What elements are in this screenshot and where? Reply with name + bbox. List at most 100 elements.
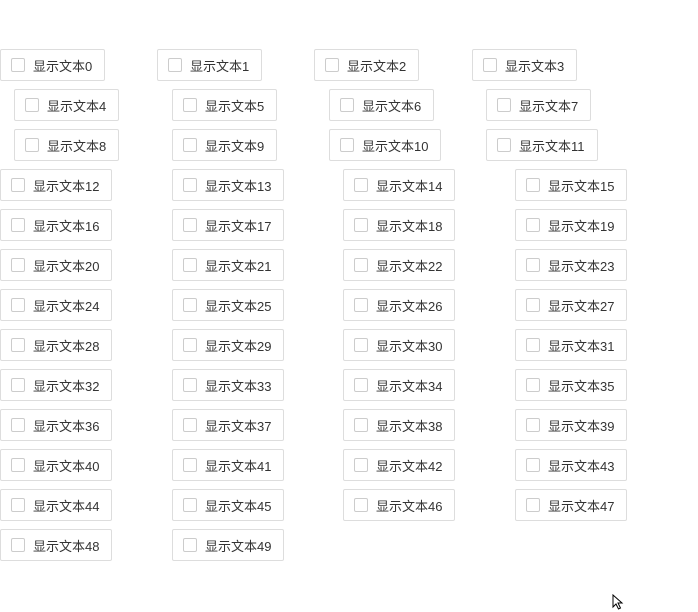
checkbox-item-26[interactable]: 显示文本26 [343, 289, 455, 321]
checkbox-4[interactable] [25, 98, 39, 112]
checkbox-item-21[interactable]: 显示文本21 [172, 249, 284, 281]
checkbox-6[interactable] [340, 98, 354, 112]
checkbox-item-2[interactable]: 显示文本2 [314, 49, 419, 81]
checkbox-item-31[interactable]: 显示文本31 [515, 329, 627, 361]
checkbox-item-14[interactable]: 显示文本14 [343, 169, 455, 201]
checkbox-35[interactable] [526, 378, 540, 392]
checkbox-36[interactable] [11, 418, 25, 432]
checkbox-13[interactable] [183, 178, 197, 192]
checkbox-item-23[interactable]: 显示文本23 [515, 249, 627, 281]
checkbox-item-4[interactable]: 显示文本4 [14, 89, 119, 121]
checkbox-30[interactable] [354, 338, 368, 352]
checkbox-item-16[interactable]: 显示文本16 [0, 209, 112, 241]
checkbox-29[interactable] [183, 338, 197, 352]
checkbox-21[interactable] [183, 258, 197, 272]
checkbox-40[interactable] [11, 458, 25, 472]
checkbox-39[interactable] [526, 418, 540, 432]
checkbox-28[interactable] [11, 338, 25, 352]
checkbox-20[interactable] [11, 258, 25, 272]
checkbox-31[interactable] [526, 338, 540, 352]
checkbox-42[interactable] [354, 458, 368, 472]
checkbox-17[interactable] [183, 218, 197, 232]
checkbox-item-9[interactable]: 显示文本9 [172, 129, 277, 161]
checkbox-item-15[interactable]: 显示文本15 [515, 169, 627, 201]
checkbox-5[interactable] [183, 98, 197, 112]
checkbox-item-28[interactable]: 显示文本28 [0, 329, 112, 361]
checkbox-24[interactable] [11, 298, 25, 312]
checkbox-25[interactable] [183, 298, 197, 312]
checkbox-item-48[interactable]: 显示文本48 [0, 529, 112, 561]
checkbox-2[interactable] [325, 58, 339, 72]
checkbox-34[interactable] [354, 378, 368, 392]
checkbox-33[interactable] [183, 378, 197, 392]
checkbox-item-30[interactable]: 显示文本30 [343, 329, 455, 361]
checkbox-item-8[interactable]: 显示文本8 [14, 129, 119, 161]
checkbox-1[interactable] [168, 58, 182, 72]
checkbox-item-27[interactable]: 显示文本27 [515, 289, 627, 321]
checkbox-item-19[interactable]: 显示文本19 [515, 209, 627, 241]
checkbox-23[interactable] [526, 258, 540, 272]
checkbox-item-29[interactable]: 显示文本29 [172, 329, 284, 361]
checkbox-19[interactable] [526, 218, 540, 232]
checkbox-item-20[interactable]: 显示文本20 [0, 249, 112, 281]
checkbox-38[interactable] [354, 418, 368, 432]
checkbox-item-41[interactable]: 显示文本41 [172, 449, 284, 481]
checkbox-48[interactable] [11, 538, 25, 552]
checkbox-46[interactable] [354, 498, 368, 512]
checkbox-44[interactable] [11, 498, 25, 512]
checkbox-43[interactable] [526, 458, 540, 472]
checkbox-37[interactable] [183, 418, 197, 432]
checkbox-45[interactable] [183, 498, 197, 512]
checkbox-item-34[interactable]: 显示文本34 [343, 369, 455, 401]
checkbox-item-38[interactable]: 显示文本38 [343, 409, 455, 441]
checkbox-10[interactable] [340, 138, 354, 152]
checkbox-7[interactable] [497, 98, 511, 112]
checkbox-item-13[interactable]: 显示文本13 [172, 169, 284, 201]
checkbox-item-45[interactable]: 显示文本45 [172, 489, 284, 521]
checkbox-item-12[interactable]: 显示文本12 [0, 169, 112, 201]
checkbox-11[interactable] [497, 138, 511, 152]
checkbox-item-6[interactable]: 显示文本6 [329, 89, 434, 121]
checkbox-item-40[interactable]: 显示文本40 [0, 449, 112, 481]
checkbox-27[interactable] [526, 298, 540, 312]
checkbox-item-3[interactable]: 显示文本3 [472, 49, 577, 81]
checkbox-22[interactable] [354, 258, 368, 272]
checkbox-32[interactable] [11, 378, 25, 392]
checkbox-item-33[interactable]: 显示文本33 [172, 369, 284, 401]
checkbox-26[interactable] [354, 298, 368, 312]
checkbox-item-46[interactable]: 显示文本46 [343, 489, 455, 521]
checkbox-47[interactable] [526, 498, 540, 512]
checkbox-item-49[interactable]: 显示文本49 [172, 529, 284, 561]
checkbox-item-7[interactable]: 显示文本7 [486, 89, 591, 121]
checkbox-item-0[interactable]: 显示文本0 [0, 49, 105, 81]
checkbox-item-1[interactable]: 显示文本1 [157, 49, 262, 81]
checkbox-0[interactable] [11, 58, 25, 72]
checkbox-item-36[interactable]: 显示文本36 [0, 409, 112, 441]
checkbox-item-43[interactable]: 显示文本43 [515, 449, 627, 481]
checkbox-item-5[interactable]: 显示文本5 [172, 89, 277, 121]
checkbox-item-17[interactable]: 显示文本17 [172, 209, 284, 241]
checkbox-item-25[interactable]: 显示文本25 [172, 289, 284, 321]
checkbox-item-35[interactable]: 显示文本35 [515, 369, 627, 401]
checkbox-12[interactable] [11, 178, 25, 192]
checkbox-item-44[interactable]: 显示文本44 [0, 489, 112, 521]
checkbox-49[interactable] [183, 538, 197, 552]
checkbox-15[interactable] [526, 178, 540, 192]
checkbox-item-42[interactable]: 显示文本42 [343, 449, 455, 481]
checkbox-item-47[interactable]: 显示文本47 [515, 489, 627, 521]
checkbox-item-32[interactable]: 显示文本32 [0, 369, 112, 401]
checkbox-item-11[interactable]: 显示文本11 [486, 129, 598, 161]
checkbox-14[interactable] [354, 178, 368, 192]
checkbox-41[interactable] [183, 458, 197, 472]
checkbox-item-39[interactable]: 显示文本39 [515, 409, 627, 441]
checkbox-item-10[interactable]: 显示文本10 [329, 129, 441, 161]
checkbox-16[interactable] [11, 218, 25, 232]
checkbox-item-18[interactable]: 显示文本18 [343, 209, 455, 241]
checkbox-8[interactable] [25, 138, 39, 152]
checkbox-3[interactable] [483, 58, 497, 72]
checkbox-18[interactable] [354, 218, 368, 232]
checkbox-item-37[interactable]: 显示文本37 [172, 409, 284, 441]
checkbox-item-24[interactable]: 显示文本24 [0, 289, 112, 321]
checkbox-item-22[interactable]: 显示文本22 [343, 249, 455, 281]
checkbox-9[interactable] [183, 138, 197, 152]
